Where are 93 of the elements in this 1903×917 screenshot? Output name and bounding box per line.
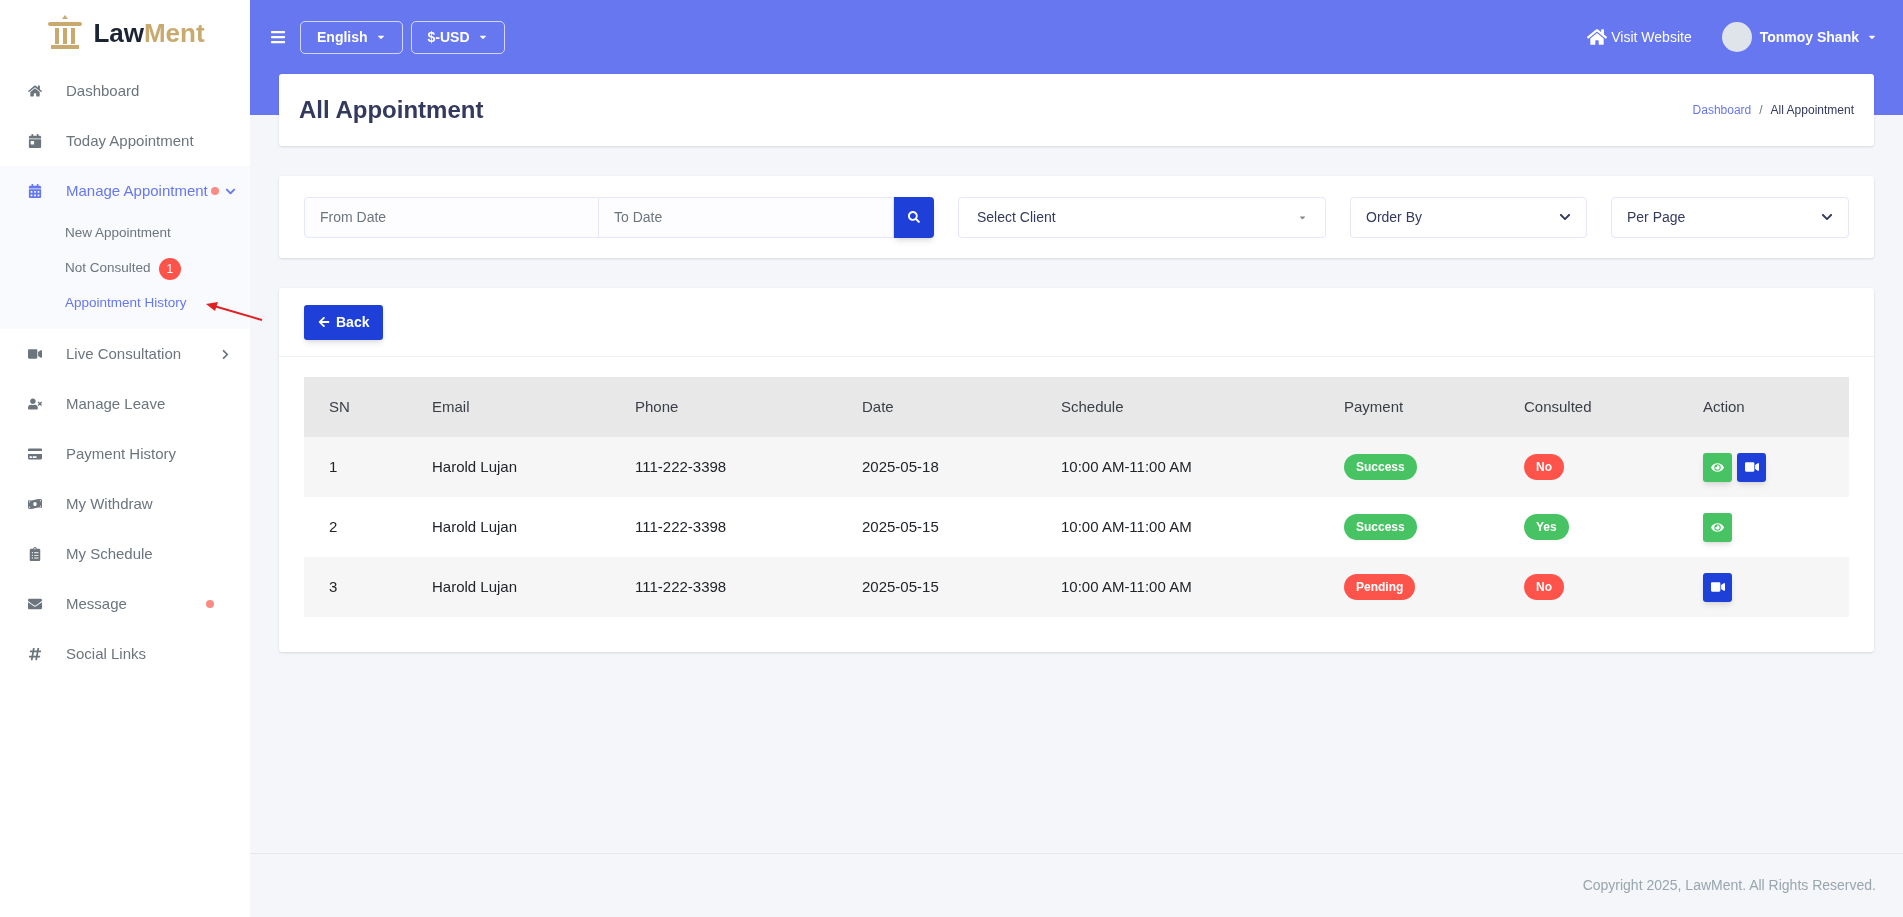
column-header: Payment <box>1344 377 1524 437</box>
table-cell: 111-222-3398 <box>635 437 862 497</box>
payment-status: Success <box>1344 514 1417 540</box>
sidebar-label: Payment History <box>66 443 177 464</box>
submenu-item[interactable]: Appointment History <box>65 293 187 314</box>
table-cell: Harold Lujan <box>432 557 635 617</box>
sidebar-label: Live Consultation <box>66 343 182 364</box>
calendar-icon <box>28 134 42 148</box>
count-badge: 1 <box>158 257 182 280</box>
column-header: Date <box>862 377 1061 437</box>
sidebar-label: Dashboard <box>66 80 140 101</box>
sidebar-item[interactable]: My Schedule <box>0 529 250 579</box>
video-camera-icon <box>1710 580 1725 594</box>
envelope-icon <box>28 597 42 611</box>
sidebar-label: Manage Appointment <box>66 180 208 201</box>
page-title: All Appointment <box>299 95 484 125</box>
back-button[interactable]: Back <box>304 304 384 340</box>
payment-status: Pending <box>1344 574 1416 600</box>
breadcrumb-separator: / <box>1759 102 1763 119</box>
sidebar-label: Today Appointment <box>66 130 194 151</box>
consulted-status: Yes <box>1524 514 1569 540</box>
arrow-left-icon <box>318 316 330 328</box>
table-cell: 111-222-3398 <box>635 557 862 617</box>
sidebar-item[interactable]: Live Consultation <box>0 329 250 379</box>
table-cell: 1 <box>304 437 432 497</box>
sidebar-item[interactable]: My Withdraw <box>0 479 250 529</box>
table-cell: Harold Lujan <box>432 437 635 497</box>
sidebar-item[interactable]: Social Links <box>0 629 250 679</box>
sidebar-item[interactable]: Message <box>0 579 250 629</box>
sidebar-label: Manage Leave <box>66 393 166 414</box>
home-icon <box>28 84 42 98</box>
chevron-down-icon <box>1559 211 1571 223</box>
column-header: SN <box>304 377 432 437</box>
column-header: Consulted <box>1524 377 1703 437</box>
clipboard-icon <box>28 547 42 561</box>
sidebar-item[interactable]: Manage Leave <box>0 379 250 429</box>
breadcrumb-current: All Appointment <box>1770 102 1854 119</box>
consulted-status: No <box>1524 454 1564 480</box>
table-cell: 2025-05-15 <box>862 497 1061 557</box>
sidebar-item[interactable]: Payment History <box>0 429 250 479</box>
user-x-icon <box>28 397 42 411</box>
breadcrumb-link[interactable]: Dashboard <box>1692 101 1752 119</box>
sidebar-label: My Schedule <box>66 543 153 564</box>
table-cell: 10:00 AM-11:00 AM <box>1061 437 1344 497</box>
money-icon <box>28 497 42 511</box>
home-icon <box>1587 28 1608 46</box>
table-cell: 2025-05-15 <box>862 557 1061 617</box>
submenu-item[interactable]: New Appointment <box>65 223 171 244</box>
sidebar-label: Message <box>66 593 127 614</box>
table-cell: 2 <box>304 497 432 557</box>
chevron-down-icon <box>1821 211 1833 223</box>
consulted-status: No <box>1524 574 1564 600</box>
sidebar-item[interactable]: Today Appointment <box>0 116 250 166</box>
credit-card-icon <box>28 447 42 461</box>
to-date-field[interactable]: To Date <box>599 196 894 238</box>
table-cell: 3 <box>304 557 432 617</box>
eye-icon <box>1711 520 1724 534</box>
calendar-icon <box>28 184 42 198</box>
column-header: Email <box>432 377 635 437</box>
column-header: Action <box>1703 377 1849 437</box>
table-cell: Harold Lujan <box>432 497 635 557</box>
search-icon <box>908 211 920 223</box>
video-call-button[interactable] <box>1703 572 1732 602</box>
hashtag-icon <box>28 647 42 661</box>
per-page-select[interactable]: Per Page <box>1611 196 1849 238</box>
order-by-select[interactable]: Order By <box>1350 196 1587 238</box>
submenu-item[interactable]: Not Consulted <box>65 258 151 279</box>
payment-status: Success <box>1344 454 1417 480</box>
sidebar-label: My Withdraw <box>66 493 153 514</box>
arrow-annotation <box>204 300 264 322</box>
column-header: Phone <box>635 377 862 437</box>
from-date-field[interactable]: From Date <box>304 196 599 238</box>
video-camera-icon <box>28 347 42 361</box>
currency-dropdown[interactable]: $-USD <box>410 20 505 54</box>
brand-name: LawMent <box>93 16 205 50</box>
table-cell: 2025-05-18 <box>862 437 1061 497</box>
table-cell: 10:00 AM-11:00 AM <box>1061 557 1344 617</box>
sidebar-label: Social Links <box>66 643 147 664</box>
table-cell: 10:00 AM-11:00 AM <box>1061 497 1344 557</box>
visit-website-link[interactable]: Visit Website <box>1587 26 1692 48</box>
user-menu[interactable]: Tonmoy Shank <box>1759 26 1877 48</box>
video-camera-icon <box>1744 460 1759 474</box>
column-header: Schedule <box>1061 377 1344 437</box>
eye-icon <box>1711 460 1724 474</box>
copyright-text: Copyright 2025, LawMent. All Rights Reserved. <box>1582 876 1876 895</box>
language-dropdown[interactable]: English <box>300 20 403 54</box>
sidebar-item[interactable]: Dashboard <box>0 66 250 116</box>
video-call-button[interactable] <box>1737 452 1766 482</box>
client-select[interactable]: Select Client <box>958 196 1326 238</box>
sidebar-item[interactable]: Manage Appointment <box>0 166 250 216</box>
table-cell: 111-222-3398 <box>635 497 862 557</box>
menu-icon[interactable] <box>270 29 286 45</box>
search-button[interactable] <box>894 196 934 238</box>
